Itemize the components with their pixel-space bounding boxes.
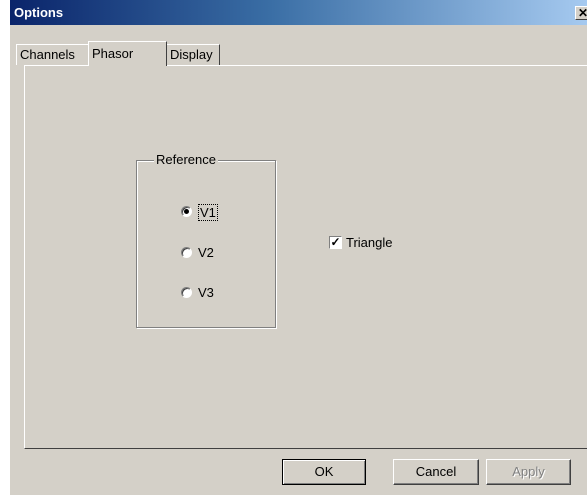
reference-group-label: Reference <box>154 152 218 167</box>
tab-display[interactable]: Display <box>166 44 220 65</box>
radio-button-v2[interactable] <box>181 247 192 258</box>
options-dialog: Options ✕ Channels Phasor Display Refere… <box>9 0 587 495</box>
tab-phasor[interactable]: Phasor <box>88 41 167 66</box>
reference-groupbox <box>136 160 276 328</box>
cancel-button[interactable]: Cancel <box>393 459 479 485</box>
radio-label-v2: V2 <box>198 245 214 260</box>
triangle-checkbox[interactable]: ✓ <box>329 236 342 249</box>
radio-button-v3[interactable] <box>181 287 192 298</box>
radio-button-v1[interactable] <box>181 206 192 217</box>
tab-panel-phasor <box>24 65 587 449</box>
window-title: Options <box>14 5 64 20</box>
apply-button[interactable]: Apply <box>486 459 571 485</box>
triangle-label: Triangle <box>346 235 393 250</box>
radio-label-v3: V3 <box>198 285 214 300</box>
radio-label-v1: V1 <box>198 204 218 221</box>
tab-channels[interactable]: Channels <box>16 44 89 65</box>
title-bar[interactable]: Options ✕ <box>10 0 587 25</box>
close-icon[interactable]: ✕ <box>575 6 587 20</box>
ok-button[interactable]: OK <box>282 459 366 485</box>
